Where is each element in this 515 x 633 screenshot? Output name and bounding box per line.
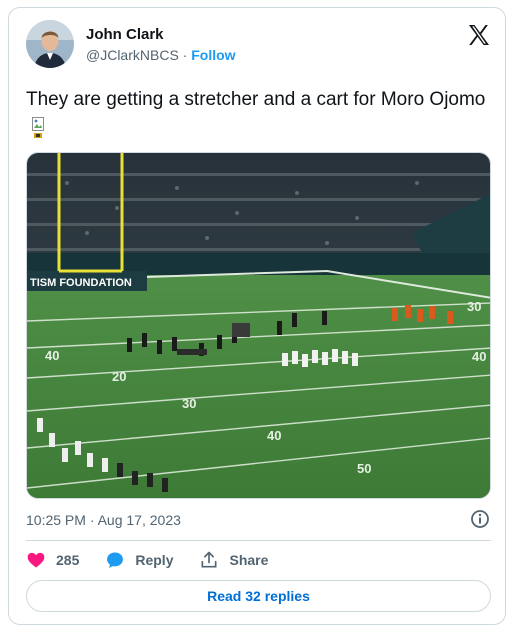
action-bar: 285 Reply Share — [26, 549, 294, 571]
info-icon[interactable] — [470, 509, 490, 529]
divider — [26, 540, 491, 541]
tweet-timestamp[interactable]: 10:25 PM · Aug 17, 2023 — [26, 512, 181, 528]
author-name[interactable]: John Clark — [86, 26, 164, 43]
broken-image-icon — [32, 117, 46, 139]
svg-text:50: 50 — [357, 461, 371, 476]
author-handle[interactable]: @JClarkNBCS — [86, 47, 179, 63]
svg-text:20: 20 — [112, 369, 126, 384]
reply-bubble-icon — [107, 552, 124, 568]
like-button[interactable]: 285 — [26, 550, 79, 570]
share-label: Share — [229, 552, 269, 568]
tweet-photo[interactable]: TISM FOUNDATION 40 20 30 40 50 30 40 — [26, 152, 491, 499]
svg-text:40: 40 — [472, 349, 486, 364]
read-replies-button[interactable]: Read 32 replies — [26, 580, 491, 612]
share-icon — [201, 551, 217, 568]
reply-label: Reply — [135, 552, 174, 568]
reply-button[interactable]: Reply — [105, 550, 173, 570]
share-button[interactable]: Share — [199, 550, 268, 570]
svg-text:30: 30 — [467, 299, 481, 314]
separator-dot: · — [182, 47, 188, 63]
x-logo-icon[interactable] — [467, 23, 491, 47]
follow-button[interactable]: Follow — [191, 47, 235, 63]
avatar[interactable] — [26, 20, 74, 68]
svg-text:30: 30 — [182, 396, 196, 411]
svg-text:40: 40 — [267, 428, 281, 443]
tweet-body: They are getting a stretcher and a cart … — [26, 89, 486, 110]
tweet-text: They are getting a stretcher and a cart … — [26, 84, 486, 148]
author-handle-row: @JClarkNBCS · Follow — [86, 47, 236, 63]
heart-icon — [27, 552, 45, 568]
svg-text:40: 40 — [45, 348, 59, 363]
stadium-signage: TISM FOUNDATION — [30, 277, 132, 289]
like-count: 285 — [56, 552, 80, 568]
tweet-card: John Clark @JClarkNBCS · Follow They are… — [8, 7, 506, 625]
